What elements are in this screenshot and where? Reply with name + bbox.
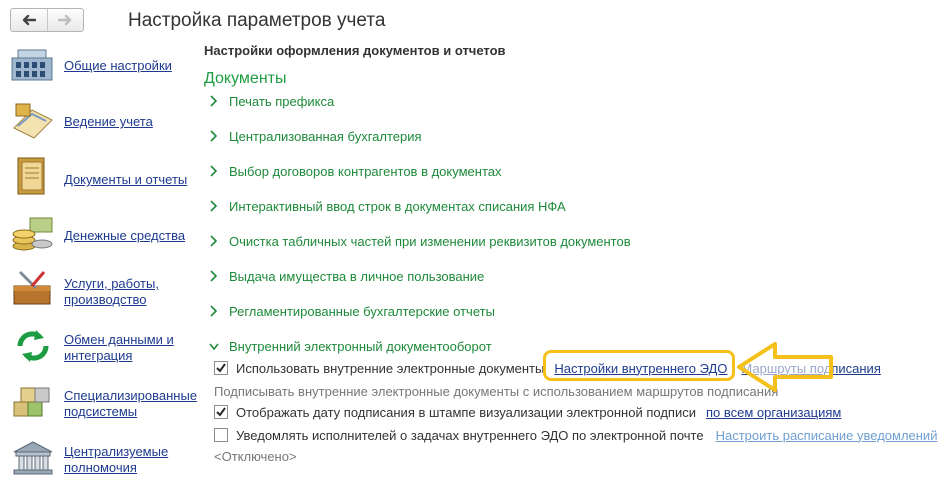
sidebar-item-services[interactable]: Услуги, работы, производство bbox=[10, 264, 200, 314]
chevron-right-icon bbox=[210, 200, 218, 212]
group-label: Интерактивный ввод строк в документах сп… bbox=[229, 198, 566, 214]
cubes-icon bbox=[13, 387, 50, 417]
chevron-right-icon bbox=[210, 95, 218, 107]
disabled-status-text: <Отключено> bbox=[214, 449, 297, 464]
sidebar-item-money[interactable]: Денежные средства bbox=[10, 208, 200, 258]
nav-buttons bbox=[10, 8, 84, 32]
government-building-icon bbox=[13, 441, 53, 475]
sidebar-item-accounting[interactable]: Ведение учета bbox=[10, 96, 200, 146]
chevron-right-icon bbox=[210, 270, 218, 282]
sidebar-item-label: Централизуемые полномочия bbox=[64, 444, 169, 475]
toolbox-icon bbox=[13, 270, 51, 305]
option-show-date: Отображать дату подписания в штампе визу… bbox=[214, 402, 841, 422]
group-print-prefix[interactable]: Печать префикса bbox=[208, 92, 334, 110]
forward-button[interactable] bbox=[46, 9, 84, 31]
chevron-down-icon bbox=[209, 343, 219, 351]
edo-hint-text: Подписывать внутренние электронные докум… bbox=[214, 384, 779, 399]
building-icon bbox=[11, 49, 53, 81]
sidebar-item-label: Обмен данными и интеграция bbox=[64, 332, 174, 363]
use-edo-label: Использовать внутренние электронные доку… bbox=[236, 360, 545, 376]
arrow-right-icon bbox=[58, 14, 72, 26]
chevron-right-icon bbox=[210, 235, 218, 247]
group-label: Выдача имущества в личное пользование bbox=[229, 268, 485, 284]
group-label: Внутренний электронный документооборот bbox=[229, 338, 492, 354]
sync-arrows-icon bbox=[17, 330, 49, 362]
group-label: Выбор договоров контрагентов в документа… bbox=[229, 163, 502, 179]
checkmark-icon bbox=[216, 363, 226, 373]
ledger-icon bbox=[13, 103, 53, 139]
sidebar-item-centralized[interactable]: Централизуемые полномочия bbox=[10, 434, 200, 480]
group-label: Печать префикса bbox=[229, 93, 335, 109]
page-title: Настройка параметров учета bbox=[128, 10, 386, 31]
sidebar-item-label: Специализированные подсистемы bbox=[64, 388, 198, 419]
chevron-right-icon bbox=[210, 130, 218, 142]
arrow-left-callout-icon bbox=[737, 342, 833, 392]
group-title-documents: Документы bbox=[204, 70, 287, 87]
coins-icon bbox=[12, 217, 53, 251]
sidebar-item-subsystems[interactable]: Специализированные подсистемы bbox=[10, 378, 200, 428]
arrow-left-icon bbox=[22, 14, 36, 26]
group-label: Очистка табличных частей при изменении р… bbox=[229, 233, 631, 249]
group-internal-edo[interactable]: Внутренний электронный документооборот bbox=[208, 337, 492, 355]
group-contract-selection[interactable]: Выбор договоров контрагентов в документа… bbox=[208, 162, 502, 180]
sidebar-item-data-exchange[interactable]: Обмен данными и интеграция bbox=[10, 322, 200, 372]
notify-checkbox[interactable] bbox=[214, 428, 228, 442]
sidebar-item-label: Ведение учета bbox=[64, 114, 153, 129]
chevron-right-icon bbox=[210, 165, 218, 177]
section-title: Настройки оформления документов и отчето… bbox=[204, 43, 506, 58]
group-label: Регламентированные бухгалтерские отчеты bbox=[229, 303, 495, 319]
notification-schedule-link[interactable]: Настроить расписание уведомлений bbox=[716, 428, 938, 443]
group-property-issue[interactable]: Выдача имущества в личное пользование bbox=[208, 267, 484, 285]
sidebar-item-documents[interactable]: Документы и отчеты bbox=[10, 152, 200, 202]
group-regulated-reports[interactable]: Регламентированные бухгалтерские отчеты bbox=[208, 302, 495, 320]
highlight-frame bbox=[543, 350, 735, 381]
checkmark-icon bbox=[216, 407, 226, 417]
show-date-checkbox[interactable] bbox=[214, 405, 228, 419]
group-label: Централизованная бухгалтерия bbox=[229, 128, 422, 144]
all-organizations-link[interactable]: по всем организациям bbox=[706, 405, 841, 420]
notify-label: Уведомлять исполнителей о задачах внутре… bbox=[236, 427, 704, 443]
back-button[interactable] bbox=[11, 9, 47, 31]
show-date-label: Отображать дату подписания в штампе визу… bbox=[236, 404, 696, 420]
sidebar-item-label: Документы и отчеты bbox=[64, 172, 188, 187]
sidebar-item-label: Общие настройки bbox=[64, 58, 172, 73]
group-centralized-accounting[interactable]: Централизованная бухгалтерия bbox=[208, 127, 422, 145]
option-notify: Уведомлять исполнителей о задачах внутре… bbox=[214, 425, 937, 445]
chevron-right-icon bbox=[210, 305, 218, 317]
group-interactive-input[interactable]: Интерактивный ввод строк в документах сп… bbox=[208, 197, 566, 215]
sidebar-item-general[interactable]: Общие настройки bbox=[10, 40, 200, 90]
use-edo-checkbox[interactable] bbox=[214, 361, 228, 375]
folder-icon bbox=[17, 157, 45, 195]
group-clear-tables[interactable]: Очистка табличных частей при изменении р… bbox=[208, 232, 631, 250]
sidebar-item-label: Денежные средства bbox=[64, 228, 186, 243]
sidebar-item-label: Услуги, работы, производство bbox=[64, 276, 159, 307]
